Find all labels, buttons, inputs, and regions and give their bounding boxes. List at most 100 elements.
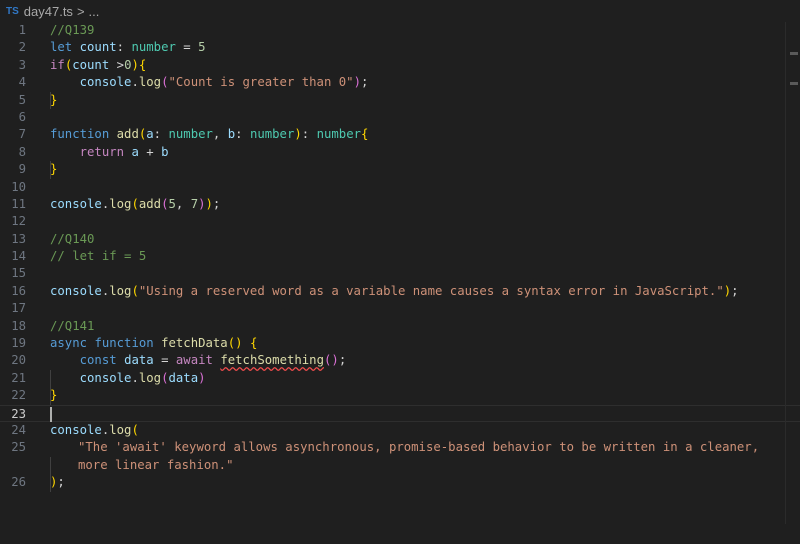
line-number: 6 xyxy=(18,109,26,124)
line-number: 8 xyxy=(18,144,26,159)
bracket: } xyxy=(50,162,58,177)
code-line[interactable]: 15 xyxy=(0,265,800,282)
keyword: await xyxy=(175,353,213,368)
code-line[interactable]: 2 let count: number = 5 xyxy=(0,39,800,56)
line-number: 21 xyxy=(11,370,26,385)
comment: //Q139 xyxy=(50,23,95,37)
string: "Count is greater than 0" xyxy=(168,75,354,90)
line-number: 25 xyxy=(11,440,26,455)
code-line[interactable]: 12 xyxy=(0,213,800,230)
line-number: 26 xyxy=(11,475,26,490)
type: number xyxy=(316,127,361,142)
keyword: const xyxy=(79,353,117,368)
operator: = xyxy=(153,353,176,368)
code-line[interactable]: 5 } xyxy=(0,92,800,109)
line-number: 17 xyxy=(11,301,26,316)
code-editor[interactable]: 1 //Q139 2 let count: number = 5 3 if(co… xyxy=(0,22,800,524)
code-line[interactable]: 24 console.log( xyxy=(0,422,800,439)
bracket: ) xyxy=(294,127,302,142)
line-number: 4 xyxy=(18,75,26,90)
line-number: 5 xyxy=(18,92,26,107)
keyword: function xyxy=(94,336,154,351)
code-line-current[interactable]: 23 xyxy=(0,404,800,422)
code-line[interactable]: 3 if(count >0){ xyxy=(0,57,800,74)
breadcrumb-more[interactable]: ... xyxy=(89,4,100,19)
type: number xyxy=(249,127,295,142)
code-line[interactable]: 11 console.log(add(5, 7)); xyxy=(0,196,800,213)
code-line[interactable]: 4 console.log("Count is greater than 0")… xyxy=(0,74,800,91)
function: log xyxy=(109,196,132,211)
keyword: return xyxy=(79,144,125,159)
code-line[interactable]: 21 console.log(data) xyxy=(0,370,800,387)
line-number: 22 xyxy=(11,388,26,403)
bracket: ( xyxy=(131,196,139,211)
function: fetchData xyxy=(161,336,228,351)
code-line[interactable]: 8 return a + b xyxy=(0,144,800,161)
code-line[interactable]: 17 xyxy=(0,300,800,317)
comment: //Q141 xyxy=(50,318,95,333)
punctuation: , xyxy=(212,127,228,142)
bracket: () xyxy=(227,336,243,351)
line-number: 24 xyxy=(11,422,26,437)
breadcrumb[interactable]: TS day47.ts > ... xyxy=(0,0,800,22)
breadcrumb-file[interactable]: day47.ts xyxy=(24,4,73,19)
text-cursor xyxy=(50,406,52,422)
variable: b xyxy=(161,144,169,159)
line-number: 16 xyxy=(11,283,26,298)
comment: // let if = 5 xyxy=(50,249,147,264)
operator: > xyxy=(109,57,125,72)
line-number: 10 xyxy=(11,179,26,194)
vertical-scrollbar[interactable] xyxy=(785,22,800,524)
punctuation: . xyxy=(131,370,139,385)
string: "Using a reserved word as a variable nam… xyxy=(138,283,724,298)
bracket: { xyxy=(249,336,258,351)
number: 5 xyxy=(168,196,176,211)
code-line[interactable]: 25 "The 'await' keyword allows asynchron… xyxy=(0,439,800,474)
object: console xyxy=(79,75,132,90)
code-line[interactable]: 22 } xyxy=(0,387,800,404)
bracket: ) xyxy=(198,370,206,385)
object: console xyxy=(50,422,102,437)
line-number: 20 xyxy=(11,353,26,368)
line-number: 23 xyxy=(11,406,26,421)
code-line[interactable]: 7 function add(a: number, b: number): nu… xyxy=(0,126,800,143)
punctuation: ; xyxy=(57,475,65,490)
line-number: 11 xyxy=(11,196,26,211)
bracket: } xyxy=(50,92,58,107)
keyword: function xyxy=(50,127,110,142)
bracket: { xyxy=(138,57,147,72)
number: 7 xyxy=(190,196,199,211)
punctuation: ; xyxy=(360,75,369,90)
line-number: 3 xyxy=(18,57,26,72)
line-number: 12 xyxy=(11,214,26,229)
code-line[interactable]: 9 } xyxy=(0,161,800,178)
code-line[interactable]: 10 xyxy=(0,179,800,196)
type: number xyxy=(168,127,213,142)
code-line[interactable]: 19 async function fetchData() { xyxy=(0,335,800,352)
bracket: ) xyxy=(131,57,139,72)
code-line[interactable]: 6 xyxy=(0,109,800,126)
line-number: 13 xyxy=(11,231,26,246)
object: console xyxy=(79,370,132,385)
line-number: 19 xyxy=(11,336,26,351)
keyword: let xyxy=(50,40,73,55)
bracket: } xyxy=(50,388,58,403)
punctuation: . xyxy=(131,75,139,90)
punctuation: : xyxy=(116,40,132,55)
punctuation: , xyxy=(175,196,191,211)
code-line[interactable]: 13 //Q140 xyxy=(0,231,800,248)
function-error[interactable]: fetchSomething xyxy=(220,353,324,367)
scroll-marker xyxy=(790,52,798,55)
variable: data xyxy=(168,370,199,385)
code-line[interactable]: 14 // let if = 5 xyxy=(0,248,800,265)
bracket: ) xyxy=(205,196,213,211)
punctuation: ; xyxy=(338,353,347,368)
code-line[interactable]: 1 //Q139 xyxy=(0,22,800,39)
code-line[interactable]: 26 ); xyxy=(0,474,800,491)
punctuation: ; xyxy=(212,196,221,211)
comment: //Q140 xyxy=(50,231,95,246)
bracket: ) xyxy=(198,196,206,211)
code-line[interactable]: 18 //Q141 xyxy=(0,318,800,335)
code-line[interactable]: 20 const data = await fetchSomething(); xyxy=(0,352,800,369)
code-line[interactable]: 16 console.log("Using a reserved word as… xyxy=(0,283,800,300)
